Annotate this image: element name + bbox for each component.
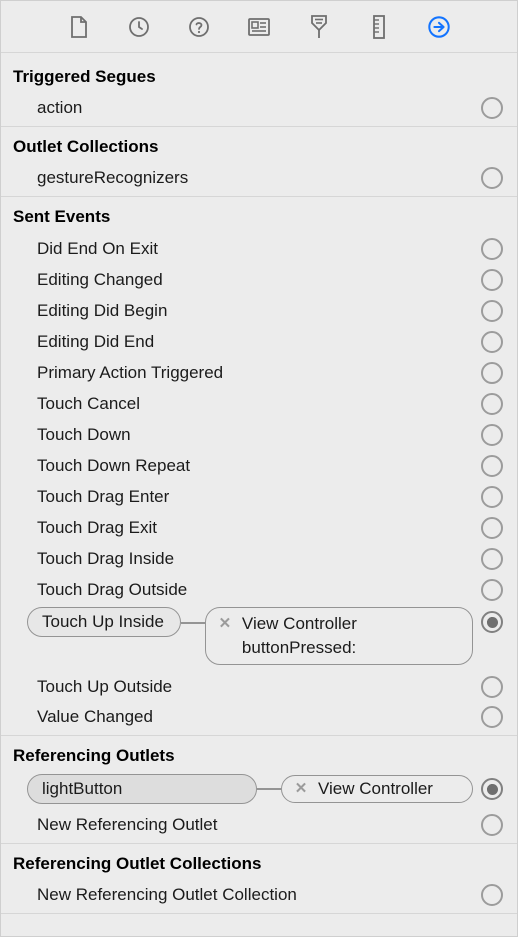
event-row: Touch Down Repeat bbox=[1, 450, 517, 481]
event-row: Touch Cancel bbox=[1, 388, 517, 419]
event-label: Editing Did Begin bbox=[37, 301, 481, 321]
refoutlet-row-lightbutton: lightButton ✕ View Controller bbox=[1, 772, 517, 810]
event-label: Touch Down Repeat bbox=[37, 456, 481, 476]
connection-well-filled[interactable] bbox=[481, 778, 503, 800]
help-inspector-tab[interactable] bbox=[187, 15, 211, 39]
connection-well[interactable] bbox=[481, 486, 503, 508]
refoutlet-pill-lightbutton[interactable]: lightButton bbox=[27, 774, 257, 804]
connection-well[interactable] bbox=[481, 676, 503, 698]
connection-wire bbox=[257, 788, 281, 790]
connection-wire bbox=[181, 622, 205, 624]
event-label: Editing Changed bbox=[37, 270, 481, 290]
event-label: Touch Drag Enter bbox=[37, 487, 481, 507]
connection-well[interactable] bbox=[481, 269, 503, 291]
help-icon bbox=[187, 15, 211, 39]
event-pill-touch-up-inside[interactable]: Touch Up Inside bbox=[27, 607, 181, 637]
connection-well[interactable] bbox=[481, 455, 503, 477]
identity-icon bbox=[247, 16, 271, 38]
section-header-ref-outlet-collections: Referencing Outlet Collections bbox=[1, 844, 517, 880]
event-row: Touch Drag Inside bbox=[1, 543, 517, 574]
remove-connection-button[interactable]: ✕ bbox=[218, 617, 232, 631]
connection-target: View Controller bbox=[318, 779, 433, 799]
event-row: Touch Drag Enter bbox=[1, 481, 517, 512]
connection-well-filled[interactable] bbox=[481, 611, 503, 633]
section-header-sent-events: Sent Events bbox=[1, 197, 517, 233]
event-row: Touch Drag Exit bbox=[1, 512, 517, 543]
event-label: Primary Action Triggered bbox=[37, 363, 481, 383]
outletcoll-row-gesture: gestureRecognizers bbox=[1, 163, 517, 197]
connection-well[interactable] bbox=[481, 300, 503, 322]
event-row-touch-up-inside: Touch Up Inside ✕ View Controller button… bbox=[1, 605, 517, 671]
section-header-outlet-collections: Outlet Collections bbox=[1, 127, 517, 163]
event-row: Touch Down bbox=[1, 419, 517, 450]
connections-inspector-panel: Triggered Segues action Outlet Collectio… bbox=[0, 0, 518, 937]
event-row: Editing Did End bbox=[1, 326, 517, 357]
connection-well[interactable] bbox=[481, 331, 503, 353]
connection-well[interactable] bbox=[481, 884, 503, 906]
event-row: Touch Up Outside bbox=[1, 671, 517, 702]
event-label: Editing Did End bbox=[37, 332, 481, 352]
connection-well[interactable] bbox=[481, 517, 503, 539]
attributes-icon bbox=[308, 14, 330, 40]
refoutlet-label: New Referencing Outlet bbox=[37, 815, 481, 835]
segue-label: action bbox=[37, 98, 481, 118]
attributes-inspector-tab[interactable] bbox=[307, 15, 331, 39]
event-label: Touch Drag Exit bbox=[37, 518, 481, 538]
event-row: Primary Action Triggered bbox=[1, 357, 517, 388]
connection-well[interactable] bbox=[481, 814, 503, 836]
refoutletcoll-label: New Referencing Outlet Collection bbox=[37, 885, 481, 905]
connection-well[interactable] bbox=[481, 393, 503, 415]
event-label: Touch Up Outside bbox=[37, 677, 481, 697]
connections-inspector-tab[interactable] bbox=[427, 15, 451, 39]
connection-well[interactable] bbox=[481, 167, 503, 189]
event-row: Editing Did Begin bbox=[1, 295, 517, 326]
connection-bubble[interactable]: ✕ View Controller bbox=[281, 775, 473, 803]
identity-inspector-tab[interactable] bbox=[247, 15, 271, 39]
refoutlet-row-new: New Referencing Outlet bbox=[1, 810, 517, 844]
clock-icon bbox=[127, 15, 151, 39]
event-label: Value Changed bbox=[37, 707, 481, 727]
section-header-triggered-segues: Triggered Segues bbox=[1, 53, 517, 93]
connection-well[interactable] bbox=[481, 97, 503, 119]
connection-well[interactable] bbox=[481, 706, 503, 728]
file-icon bbox=[69, 15, 89, 39]
connection-bubble[interactable]: ✕ View Controller buttonPressed: bbox=[205, 607, 473, 665]
event-label: Touch Drag Inside bbox=[37, 549, 481, 569]
refoutletcoll-row-new: New Referencing Outlet Collection bbox=[1, 880, 517, 914]
event-row: Value Changed bbox=[1, 702, 517, 736]
connection-well[interactable] bbox=[481, 424, 503, 446]
connection-well[interactable] bbox=[481, 238, 503, 260]
event-pill-label: Touch Up Inside bbox=[42, 612, 164, 632]
outletcoll-label: gestureRecognizers bbox=[37, 168, 481, 188]
ruler-icon bbox=[372, 14, 386, 40]
event-row: Touch Drag Outside bbox=[1, 574, 517, 605]
event-row: Did End On Exit bbox=[1, 233, 517, 264]
section-header-referencing-outlets: Referencing Outlets bbox=[1, 736, 517, 772]
event-row: Editing Changed bbox=[1, 264, 517, 295]
history-inspector-tab[interactable] bbox=[127, 15, 151, 39]
arrow-right-circle-icon bbox=[427, 14, 451, 40]
event-label: Touch Drag Outside bbox=[37, 580, 481, 600]
event-label: Touch Down bbox=[37, 425, 481, 445]
remove-connection-button[interactable]: ✕ bbox=[294, 782, 308, 796]
segue-row-action: action bbox=[1, 93, 517, 127]
refoutlet-pill-label: lightButton bbox=[42, 779, 122, 799]
connection-target: View Controller bbox=[242, 614, 357, 634]
inspector-tabbar bbox=[1, 1, 517, 53]
connection-well[interactable] bbox=[481, 548, 503, 570]
connection-action: buttonPressed: bbox=[242, 638, 356, 658]
file-inspector-tab[interactable] bbox=[67, 15, 91, 39]
connection-well[interactable] bbox=[481, 579, 503, 601]
event-label: Touch Cancel bbox=[37, 394, 481, 414]
connection-well[interactable] bbox=[481, 362, 503, 384]
size-inspector-tab[interactable] bbox=[367, 15, 391, 39]
event-label: Did End On Exit bbox=[37, 239, 481, 259]
